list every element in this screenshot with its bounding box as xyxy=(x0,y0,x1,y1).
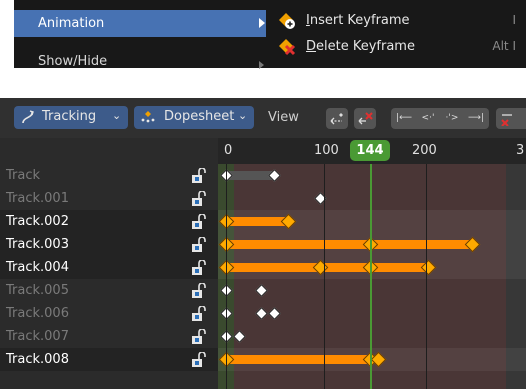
grid-line xyxy=(324,164,325,389)
channel-row[interactable]: Track xyxy=(0,164,218,187)
jump-end-icon[interactable]: ⟶| xyxy=(464,108,488,129)
channel-row[interactable]: Track.006 xyxy=(0,302,218,325)
channel-name: Track.007 xyxy=(6,329,69,344)
insert-keyframe-item[interactable]: Insert Keyframe I xyxy=(266,10,526,32)
jump-prev-icon[interactable]: <·' xyxy=(416,108,440,129)
jump-prev-icon xyxy=(330,113,343,125)
lock-icon[interactable] xyxy=(190,260,206,276)
channel-list-header xyxy=(0,138,218,164)
timeline-row xyxy=(218,325,526,348)
channel-name: Track xyxy=(6,168,41,183)
channel-name: Track.008 xyxy=(6,352,69,367)
chevron-down-icon: ⌄ xyxy=(112,109,122,122)
menu-item-showhide[interactable]: Show/Hide xyxy=(14,48,266,69)
menu-item-animation[interactable]: Animation xyxy=(14,10,280,37)
timeline-row xyxy=(218,233,526,256)
mode-label: Tracking xyxy=(42,109,97,124)
grid-line xyxy=(226,164,227,389)
mnemonic: D xyxy=(306,39,317,54)
lock-icon[interactable] xyxy=(190,306,206,322)
label-rest: nsert Keyframe xyxy=(309,13,410,28)
channel-row[interactable]: Track.007 xyxy=(0,325,218,348)
timeline-row xyxy=(218,210,526,233)
delete-track-button[interactable] xyxy=(496,108,526,129)
editor-dropdown[interactable]: Dopesheet ⌄ xyxy=(134,106,254,129)
editor-label: Dopesheet xyxy=(164,109,235,124)
hold-bar xyxy=(226,355,370,364)
keyframe[interactable] xyxy=(267,307,281,320)
playhead-line[interactable] xyxy=(370,164,372,389)
insert-keyframe-label: Insert Keyframe xyxy=(306,13,410,28)
keyframe-insert-icon xyxy=(279,13,295,29)
shortcut-label: I xyxy=(512,13,516,27)
label-rest: elete Keyframe xyxy=(316,39,415,54)
chevron-down-icon: ⌄ xyxy=(238,109,248,122)
tracking-icon xyxy=(22,110,34,124)
dopesheet-editor: Tracking ⌄ Dopesheet ⌄ View |⟵ <·' ·'> ⟶… xyxy=(0,98,526,389)
tick-label: 3 xyxy=(516,143,525,158)
jump-start-icon[interactable]: |⟵ xyxy=(392,108,416,129)
jump-next-icon[interactable]: ·'> xyxy=(440,108,464,129)
keyframe[interactable] xyxy=(254,284,268,297)
lock-icon[interactable] xyxy=(190,168,206,184)
keyframe-jump-group: |⟵ <·' ·'> ⟶| xyxy=(391,108,489,129)
editor-header: Tracking ⌄ Dopesheet ⌄ View |⟵ <·' ·'> ⟶… xyxy=(0,98,526,138)
animation-submenu: Insert Keyframe I Delete Keyframe Alt I xyxy=(266,0,526,68)
delete-keyframe-item[interactable]: Delete Keyframe Alt I xyxy=(266,36,526,58)
current-frame-indicator[interactable]: 144 xyxy=(350,140,390,161)
channel-name: Track.001 xyxy=(6,191,69,206)
lock-icon[interactable] xyxy=(190,283,206,299)
context-menu: Animation Show/Hide Insert Keyframe I De… xyxy=(14,0,526,69)
channel-row[interactable]: Track.004 xyxy=(0,256,218,279)
submenu-arrow-icon xyxy=(259,18,265,28)
channel-row[interactable]: Track.003 xyxy=(0,233,218,256)
menu-item-label: Show/Hide xyxy=(38,54,108,69)
clear-keyframe-icon xyxy=(358,112,373,125)
lock-icon[interactable] xyxy=(190,352,206,368)
keyframe[interactable] xyxy=(254,307,268,320)
submenu-arrow-icon xyxy=(259,61,264,69)
delete-keyframe-label: Delete Keyframe xyxy=(306,39,415,54)
timeline-row xyxy=(218,164,526,187)
channel-row[interactable]: Track.005 xyxy=(0,279,218,302)
channel-name: Track.005 xyxy=(6,283,69,298)
keyframe[interactable] xyxy=(232,330,246,343)
tick-label: 100 xyxy=(314,143,339,158)
channel-list: Track Track.001 Track.002 Track.003 Track.00… xyxy=(0,138,218,389)
lock-icon[interactable] xyxy=(190,237,206,253)
dopesheet-icon xyxy=(141,111,155,123)
lock-icon[interactable] xyxy=(190,214,206,230)
timeline-row xyxy=(218,187,526,210)
timeline-row xyxy=(218,302,526,325)
channel-name: Track.002 xyxy=(6,214,69,229)
mode-dropdown[interactable]: Tracking ⌄ xyxy=(14,106,128,129)
tick-label: 0 xyxy=(224,143,233,158)
grid-line xyxy=(426,164,427,389)
timeline-row xyxy=(218,279,526,302)
lock-icon[interactable] xyxy=(190,191,206,207)
hold-bar xyxy=(226,240,472,249)
timeline-row xyxy=(218,348,526,371)
channel-name: Track.003 xyxy=(6,237,69,252)
channel-name: Track.004 xyxy=(6,260,69,275)
view-menu[interactable]: View xyxy=(268,110,299,125)
keyframe-timeline[interactable] xyxy=(218,164,526,389)
keyframe-delete-icon xyxy=(279,39,296,56)
clear-keyframe-button[interactable] xyxy=(354,108,376,129)
channel-row[interactable]: Track.002 xyxy=(0,210,218,233)
channel-row[interactable]: Track.008 xyxy=(0,348,218,371)
tick-label: 200 xyxy=(412,143,437,158)
channel-name: Track.006 xyxy=(6,306,69,321)
shortcut-label: Alt I xyxy=(492,39,516,53)
timeline-row xyxy=(218,256,526,279)
lock-icon[interactable] xyxy=(190,329,206,345)
delete-track-icon xyxy=(501,114,512,126)
jump-prev-keyframe-button[interactable] xyxy=(326,108,348,129)
hold-bar xyxy=(226,171,274,180)
menu-item-label: Animation xyxy=(38,16,105,31)
hold-bar xyxy=(226,217,288,226)
channel-row[interactable]: Track.001 xyxy=(0,187,218,210)
